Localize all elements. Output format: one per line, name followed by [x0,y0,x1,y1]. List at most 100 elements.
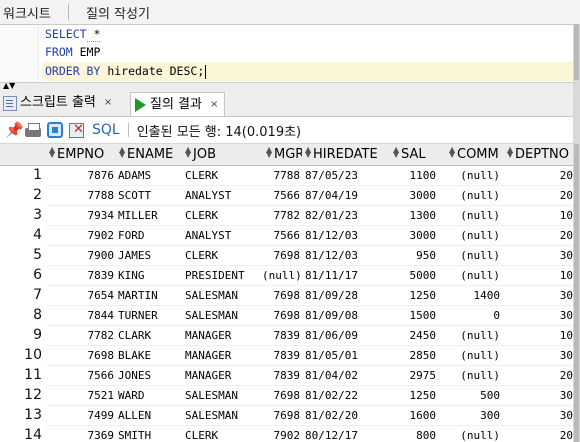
collapse-arrows-icon[interactable]: ▲▼ [3,81,15,90]
cell-deptno[interactable]: 30 [506,389,573,402]
cell-job[interactable]: SALESMAN [185,409,265,422]
cell-hiredate[interactable]: 81/09/28 [305,289,389,302]
cell-hiredate[interactable]: 81/05/01 [305,349,389,362]
cell-ename[interactable]: KING [118,269,182,282]
column-header-job[interactable]: ▲▼ JOB [182,144,264,166]
cell-deptno[interactable]: 10 [506,329,573,342]
cell-sal[interactable]: 2450 [392,329,437,342]
cell-deptno[interactable]: 30 [506,289,573,302]
cell-comm[interactable]: (null) [447,209,500,222]
cell-ename[interactable]: ALLEN [118,409,182,422]
cell-ename[interactable]: TURNER [118,309,182,322]
cell-job[interactable]: ANALYST [185,189,265,202]
column-header-hiredate[interactable]: ▲▼ HIREDATE [302,144,391,166]
row-number[interactable]: 13 [0,407,46,423]
cell-job[interactable]: CLERK [185,249,265,262]
cell-sal[interactable]: 1250 [392,289,437,302]
cell-empno[interactable]: 7782 [48,329,115,342]
cell-ename[interactable]: FORD [118,229,182,242]
scrollbar-thumb-editor[interactable] [574,24,579,80]
cell-job[interactable]: CLERK [185,169,265,182]
cell-comm[interactable]: (null) [447,369,500,382]
row-number[interactable]: 9 [0,327,46,343]
cell-hiredate[interactable]: 87/05/23 [305,169,389,182]
row-number[interactable]: 4 [0,227,46,243]
cell-hiredate[interactable]: 81/12/03 [305,249,389,262]
cell-deptno[interactable]: 30 [506,409,573,422]
cell-empno[interactable]: 7934 [48,209,115,222]
row-number[interactable]: 8 [0,307,46,323]
cell-hiredate[interactable]: 81/02/22 [305,389,389,402]
pin-icon[interactable]: 📌 [5,122,24,138]
cell-job[interactable]: MANAGER [185,329,265,342]
cell-deptno[interactable]: 20 [506,169,573,182]
cell-hiredate[interactable]: 80/12/17 [305,429,389,442]
cell-comm[interactable]: (null) [447,189,500,202]
sort-icon[interactable]: ▲▼ [185,146,191,159]
cell-sal[interactable]: 1250 [392,389,437,402]
cell-sal[interactable]: 2975 [392,369,437,382]
cell-job[interactable]: CLERK [185,209,265,222]
cell-empno[interactable]: 7698 [48,349,115,362]
cell-comm[interactable]: (null) [447,169,500,182]
cell-job[interactable]: SALESMAN [185,389,265,402]
cell-deptno[interactable]: 30 [506,309,573,322]
cell-hiredate[interactable]: 87/04/19 [305,189,389,202]
row-number[interactable]: 5 [0,247,46,263]
cell-empno[interactable]: 7521 [48,389,115,402]
cell-sal[interactable]: 1100 [392,169,437,182]
sort-icon[interactable]: ▲▼ [449,146,455,159]
cell-mgr[interactable]: 7566 [262,189,301,202]
sql-editor[interactable]: SELECT * FROM EMP ORDER BY hiredate DESC… [0,25,573,87]
cell-deptno[interactable]: 20 [506,429,573,442]
cell-empno[interactable]: 7566 [48,369,115,382]
cell-mgr[interactable]: 7782 [262,209,301,222]
cell-mgr[interactable]: 7698 [262,289,301,302]
tab-worksheet[interactable]: 워크시트 [3,3,51,22]
column-header-empno[interactable]: ▲▼ EMPNO [46,144,117,166]
cell-sal[interactable]: 1500 [392,309,437,322]
cell-job[interactable]: PRESIDENT [185,269,265,282]
cell-deptno[interactable]: 30 [506,249,573,262]
cell-ename[interactable]: MARTIN [118,289,182,302]
row-number[interactable]: 3 [0,207,46,223]
cell-comm[interactable]: 500 [447,389,500,402]
cell-hiredate[interactable]: 81/06/09 [305,329,389,342]
cell-mgr[interactable]: (null) [262,269,300,282]
row-number[interactable]: 2 [0,187,46,203]
cell-empno[interactable]: 7788 [48,189,115,202]
cell-job[interactable]: SALESMAN [185,289,265,302]
cell-mgr[interactable]: 7698 [262,249,301,262]
refresh-icon[interactable] [47,122,63,138]
row-number[interactable]: 10 [0,347,46,363]
sort-icon[interactable]: ▲▼ [393,146,399,159]
cell-job[interactable]: MANAGER [185,369,265,382]
cell-ename[interactable]: ADAMS [118,169,182,182]
cell-sal[interactable]: 5000 [392,269,437,282]
column-header-comm[interactable]: ▲▼ COMM [446,144,505,166]
cell-empno[interactable]: 7844 [48,309,115,322]
cell-deptno[interactable]: 20 [506,189,573,202]
cell-ename[interactable]: BLAKE [118,349,182,362]
cell-ename[interactable]: WARD [118,389,182,402]
cell-empno[interactable]: 7654 [48,289,115,302]
row-number[interactable]: 11 [0,367,46,383]
cell-sal[interactable]: 3000 [392,229,437,242]
cell-deptno[interactable]: 10 [506,209,573,222]
cell-comm[interactable]: (null) [447,349,500,362]
cell-empno[interactable]: 7839 [48,269,115,282]
cell-ename[interactable]: JAMES [118,249,182,262]
cell-sal[interactable]: 800 [392,429,436,442]
cell-deptno[interactable]: 20 [506,229,573,242]
cell-mgr[interactable]: 7788 [262,169,301,182]
cell-sal[interactable]: 1300 [392,209,437,222]
cell-comm[interactable]: 300 [447,409,500,422]
cell-mgr[interactable]: 7698 [262,409,301,422]
cell-job[interactable]: SALESMAN [185,309,265,322]
column-header-ename[interactable]: ▲▼ ENAME [116,144,183,166]
row-number[interactable]: 7 [0,287,46,303]
close-icon[interactable]: × [210,94,218,116]
cell-mgr[interactable]: 7698 [262,309,301,322]
cell-sal[interactable]: 2850 [392,349,437,362]
results-grid[interactable]: ▲▼ EMPNO ▲▼ ENAME ▲▼ JOB ▲▼ MGR ▲▼ HIREDATE ▲▼ SAL ▲… [0,144,573,442]
